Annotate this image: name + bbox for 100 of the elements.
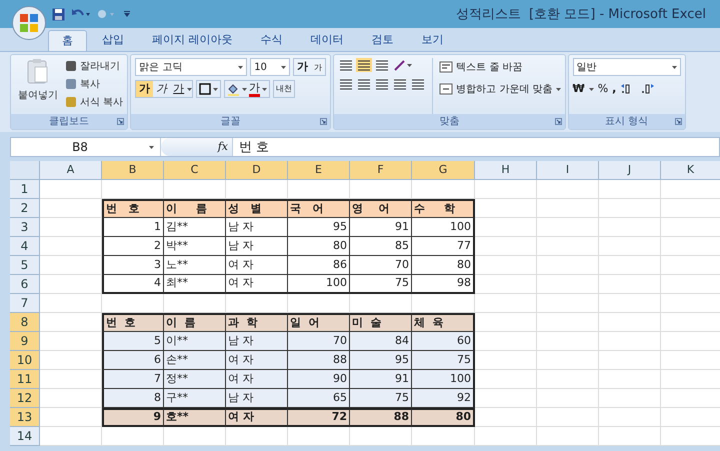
- comma-button[interactable]: ,: [612, 80, 616, 98]
- column-header[interactable]: H: [475, 161, 537, 180]
- orientation-icon[interactable]: [392, 58, 414, 72]
- merge-center-button[interactable]: 병합하고 가운데 맞춤: [439, 80, 561, 98]
- ribbon-tab[interactable]: 데이터: [298, 30, 356, 51]
- empty-cell[interactable]: [599, 218, 661, 237]
- row-header[interactable]: 3: [10, 218, 40, 237]
- row-header[interactable]: 6: [10, 275, 40, 294]
- column-header[interactable]: D: [226, 161, 288, 180]
- column-header[interactable]: G: [412, 161, 475, 180]
- column-header[interactable]: J: [599, 161, 661, 180]
- font-name-field[interactable]: 맑은 고딕: [135, 58, 248, 76]
- ribbon-tab[interactable]: 홈: [48, 30, 87, 51]
- row-header[interactable]: 1: [10, 180, 40, 199]
- dialog-launcher-icon[interactable]: [674, 118, 682, 125]
- empty-cell[interactable]: [537, 351, 599, 370]
- ribbon-tab[interactable]: 보기: [408, 30, 456, 51]
- empty-cell[interactable]: [599, 180, 661, 199]
- wrap-text-button[interactable]: 텍스트 줄 바꿈: [439, 58, 561, 76]
- currency-button[interactable]: ₩: [572, 80, 585, 98]
- dropdown-caret-icon[interactable]: [213, 88, 218, 90]
- format-painter-button[interactable]: 서식 복사: [65, 94, 124, 110]
- empty-cell[interactable]: [599, 199, 661, 218]
- empty-cell[interactable]: [102, 427, 164, 446]
- empty-cell[interactable]: [599, 332, 661, 351]
- dialog-launcher-icon[interactable]: [117, 118, 124, 125]
- align-right-icon[interactable]: [374, 77, 390, 91]
- empty-cell[interactable]: [599, 351, 661, 370]
- empty-cell[interactable]: [599, 237, 661, 256]
- empty-cell[interactable]: [537, 389, 599, 408]
- empty-cell[interactable]: [599, 275, 661, 294]
- empty-cell[interactable]: [537, 370, 599, 389]
- row-header[interactable]: 11: [10, 370, 40, 389]
- dropdown-caret-icon[interactable]: [238, 66, 244, 68]
- empty-cell[interactable]: [599, 370, 661, 389]
- ribbon-tab[interactable]: 삽입: [89, 30, 137, 51]
- empty-cell[interactable]: [537, 427, 599, 446]
- empty-cell[interactable]: [537, 275, 599, 294]
- empty-cell[interactable]: [599, 256, 661, 275]
- ribbon-tab[interactable]: 수식: [248, 30, 296, 51]
- decrease-decimal-icon[interactable]: [640, 83, 656, 95]
- paste-button[interactable]: 붙여넣기: [15, 58, 61, 114]
- row-header[interactable]: 9: [10, 332, 40, 351]
- align-top-icon[interactable]: [338, 58, 354, 72]
- decrease-indent-icon[interactable]: [392, 77, 408, 91]
- shrink-font-button[interactable]: 가: [311, 59, 326, 75]
- column-header[interactable]: K: [661, 161, 720, 180]
- row-header[interactable]: 13: [10, 408, 40, 427]
- phonetic-button[interactable]: 내천: [273, 80, 296, 98]
- empty-cell[interactable]: [537, 408, 599, 427]
- dropdown-caret-icon[interactable]: [556, 88, 561, 90]
- column-header[interactable]: E: [288, 161, 350, 180]
- row-header[interactable]: 5: [10, 256, 40, 275]
- grow-font-button[interactable]: 가: [294, 59, 312, 75]
- empty-cell[interactable]: [599, 389, 661, 408]
- empty-cell[interactable]: [537, 313, 599, 332]
- empty-cell[interactable]: [599, 313, 661, 332]
- dropdown-caret-icon[interactable]: [281, 66, 286, 68]
- customize-toolbar-icon[interactable]: [123, 10, 131, 18]
- empty-cell[interactable]: [537, 180, 599, 199]
- empty-cell[interactable]: [599, 408, 661, 427]
- column-header[interactable]: B: [102, 161, 164, 180]
- empty-cell[interactable]: [537, 294, 599, 313]
- paint-bucket-icon[interactable]: [227, 82, 240, 96]
- office-button[interactable]: [12, 6, 46, 40]
- empty-cell[interactable]: [537, 237, 599, 256]
- empty-cell[interactable]: [537, 332, 599, 351]
- align-middle-icon[interactable]: [356, 58, 372, 72]
- increase-indent-icon[interactable]: [410, 77, 426, 91]
- dropdown-caret-icon[interactable]: [242, 88, 248, 90]
- copy-button[interactable]: 복사: [65, 76, 124, 92]
- row-header[interactable]: 8: [10, 313, 40, 332]
- empty-cell[interactable]: [599, 294, 661, 313]
- font-size-field[interactable]: 10: [250, 58, 290, 76]
- number-format-field[interactable]: 일반: [572, 58, 681, 76]
- empty-cell[interactable]: [226, 427, 288, 446]
- row-header[interactable]: 12: [10, 389, 40, 408]
- row-header[interactable]: 10: [10, 351, 40, 370]
- dropdown-caret-icon[interactable]: [262, 88, 268, 90]
- row-header[interactable]: 14: [10, 427, 40, 446]
- ribbon-tab[interactable]: 페이지 레이아웃: [139, 30, 246, 51]
- empty-cell[interactable]: [475, 427, 537, 446]
- column-header[interactable]: F: [350, 161, 412, 180]
- empty-cell[interactable]: [288, 427, 350, 446]
- empty-cell[interactable]: [599, 427, 661, 446]
- empty-cell[interactable]: [537, 256, 599, 275]
- underline-button[interactable]: 가: [170, 80, 188, 98]
- column-header[interactable]: C: [164, 161, 226, 180]
- empty-cell[interactable]: [164, 427, 226, 446]
- border-icon[interactable]: [199, 83, 212, 95]
- column-header[interactable]: A: [40, 161, 102, 180]
- dropdown-caret-icon[interactable]: [588, 88, 594, 90]
- dropdown-caret-icon[interactable]: [672, 66, 677, 68]
- percent-button[interactable]: %: [598, 80, 608, 98]
- align-bottom-icon[interactable]: [374, 58, 390, 72]
- italic-button[interactable]: 가: [153, 80, 170, 98]
- empty-cell[interactable]: [475, 294, 537, 313]
- empty-cell[interactable]: [475, 180, 537, 199]
- align-center-icon[interactable]: [356, 77, 372, 91]
- cut-button[interactable]: 잘라내기: [65, 58, 124, 74]
